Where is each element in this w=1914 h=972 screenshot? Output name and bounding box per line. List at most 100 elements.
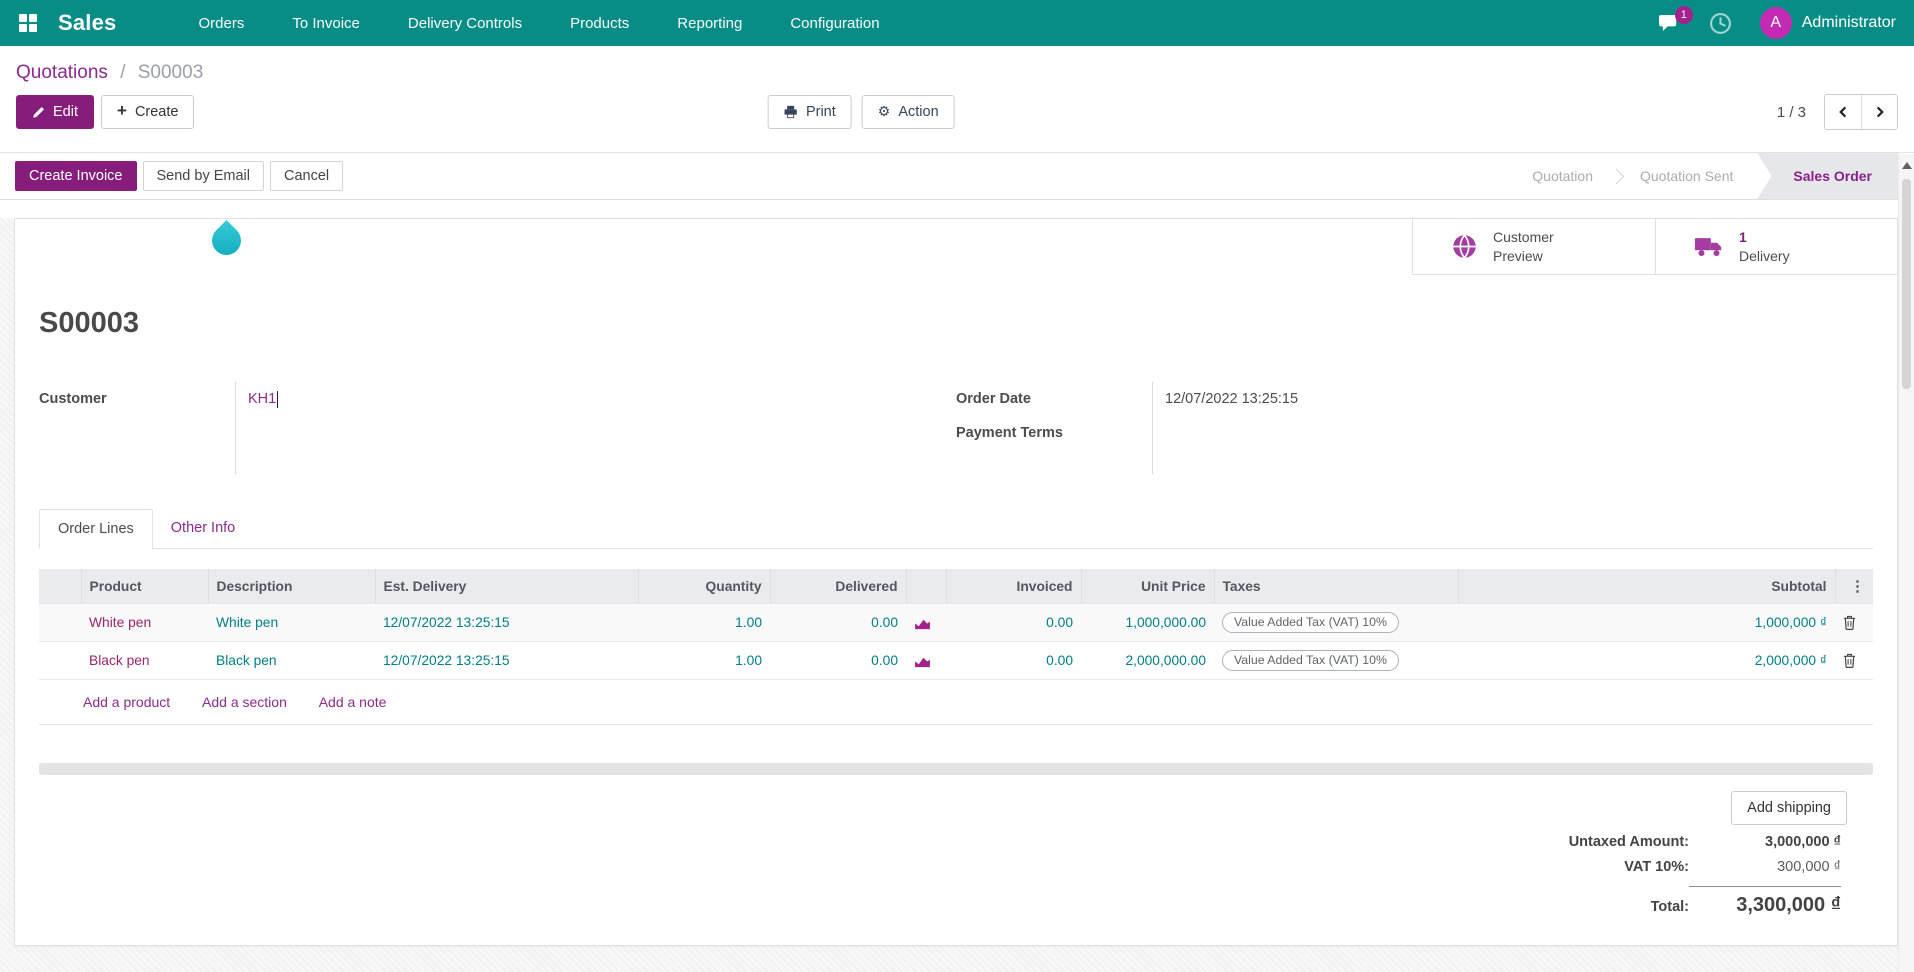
add-product-link[interactable]: Add a product <box>83 694 170 710</box>
app-brand[interactable]: Sales <box>58 10 117 36</box>
vat-value: 300,000 ₫ <box>1777 859 1841 875</box>
forecast-cell <box>906 603 946 642</box>
taxes-tag: Value Added Tax (VAT) 10% <box>1222 650 1399 671</box>
add-note-link[interactable]: Add a note <box>319 694 387 710</box>
unit-price-cell[interactable]: 2,000,000.00 <box>1081 641 1214 680</box>
action-button[interactable]: Action <box>861 95 955 129</box>
user-menu[interactable]: A Administrator <box>1759 7 1896 39</box>
taxes-cell[interactable]: Value Added Tax (VAT) 10% <box>1214 603 1458 642</box>
add-section-link[interactable]: Add a section <box>202 694 287 710</box>
scroll-up-icon[interactable] <box>1901 162 1912 169</box>
tab-order-lines[interactable]: Order Lines <box>39 509 153 549</box>
nav-item-to-invoice[interactable]: To Invoice <box>268 15 384 32</box>
col-product[interactable]: Product <box>80 569 208 604</box>
edit-button[interactable]: Edit <box>16 95 94 129</box>
apps-grid-icon <box>19 14 37 32</box>
nav-item-products[interactable]: Products <box>546 15 653 32</box>
forecast-chart-icon[interactable] <box>914 655 931 668</box>
trash-icon <box>1843 654 1856 669</box>
untaxed-amount-row: Untaxed Amount: 3,000,000 ₫ <box>1569 834 1841 850</box>
apps-menu-button[interactable] <box>18 13 38 33</box>
breadcrumb-parent-link[interactable]: Quotations <box>16 62 108 83</box>
optional-columns-icon[interactable] <box>1850 577 1865 595</box>
col-est-delivery[interactable]: Est. Delivery <box>374 569 638 604</box>
add-shipping-button[interactable]: Add shipping <box>1731 791 1847 825</box>
payment-terms-value[interactable] <box>1165 416 1873 450</box>
subtotal-cell[interactable]: 1,000,000 ₫ <box>1458 603 1835 642</box>
pencil-icon <box>33 106 45 118</box>
est-delivery-cell[interactable]: 12/07/2022 13:25:15 <box>375 603 638 642</box>
status-step-quotation[interactable]: Quotation <box>1508 153 1617 199</box>
description-cell[interactable]: Black pen <box>208 641 375 680</box>
table-row[interactable]: White pen White pen 12/07/2022 13:25:15 … <box>39 603 1873 642</box>
subtotal-cell[interactable]: 2,000,000 ₫ <box>1458 641 1835 680</box>
status-step-quotation-sent[interactable]: Quotation Sent <box>1616 153 1757 199</box>
pager-prev-button[interactable] <box>1825 95 1861 129</box>
trash-icon <box>1843 616 1856 631</box>
col-taxes[interactable]: Taxes <box>1213 569 1458 604</box>
untaxed-amount-label: Untaxed Amount: <box>1568 834 1689 850</box>
invoiced-cell[interactable]: 0.00 <box>946 603 1081 642</box>
delete-cell <box>1835 641 1873 680</box>
add-line-row: Add a product Add a section Add a note <box>39 679 1873 725</box>
send-by-email-button[interactable]: Send by Email <box>142 161 264 191</box>
delete-button[interactable] <box>1843 615 1856 631</box>
quantity-cell[interactable]: 1.00 <box>638 641 770 680</box>
invoiced-cell[interactable]: 0.00 <box>946 641 1081 680</box>
totals-area: Add shipping Untaxed Amount: 3,000,000 ₫… <box>39 791 1873 917</box>
breadcrumb-separator: / <box>120 62 126 83</box>
delivery-smart-button[interactable]: 1 Delivery <box>1655 219 1897 274</box>
plus-icon <box>117 104 127 120</box>
product-cell[interactable]: Black pen <box>81 641 208 680</box>
vat-row: VAT 10%: 300,000 ₫ <box>1624 859 1841 875</box>
activity-clock-button[interactable] <box>1709 12 1732 35</box>
col-description[interactable]: Description <box>207 569 375 604</box>
col-delivered[interactable]: Delivered <box>769 569 906 604</box>
col-unit-price[interactable]: Unit Price <box>1080 569 1214 604</box>
table-row[interactable]: Black pen Black pen 12/07/2022 13:25:15 … <box>39 641 1873 680</box>
nav-item-delivery-controls[interactable]: Delivery Controls <box>384 15 546 32</box>
print-button[interactable]: Print <box>767 95 852 129</box>
scrollbar-thumb[interactable] <box>1902 179 1911 389</box>
tab-other-info[interactable]: Other Info <box>153 509 253 549</box>
status-steps: Quotation Quotation Sent Sales Order <box>1508 153 1898 199</box>
nav-item-orders[interactable]: Orders <box>175 15 269 32</box>
quantity-cell[interactable]: 1.00 <box>638 603 770 642</box>
pager-next-button[interactable] <box>1861 95 1897 129</box>
globe-icon <box>1453 234 1476 259</box>
table-header-row: Product Description Est. Delivery Quanti… <box>39 569 1873 604</box>
delete-button[interactable] <box>1843 653 1856 669</box>
col-invoiced[interactable]: Invoiced <box>945 569 1081 604</box>
product-cell[interactable]: White pen <box>81 603 208 642</box>
delivered-cell[interactable]: 0.00 <box>770 641 906 680</box>
delete-cell <box>1835 603 1873 642</box>
control-panel: Edit Create Print Action 1 / 3 <box>0 86 1914 144</box>
taxes-cell[interactable]: Value Added Tax (VAT) 10% <box>1214 641 1458 680</box>
description-cell[interactable]: White pen <box>208 603 375 642</box>
delivered-cell[interactable]: 0.00 <box>770 603 906 642</box>
forecast-chart-icon[interactable] <box>914 617 931 630</box>
cancel-button[interactable]: Cancel <box>270 161 344 191</box>
unit-price-cell[interactable]: 1,000,000.00 <box>1081 603 1214 642</box>
payment-terms-label: Payment Terms <box>956 425 1063 441</box>
horizontal-scrollbar[interactable] <box>39 763 1873 775</box>
truck-icon <box>1694 238 1722 257</box>
create-invoice-button[interactable]: Create Invoice <box>15 161 137 191</box>
messages-button[interactable]: 1 <box>1658 5 1693 33</box>
customer-value[interactable]: KH1 <box>248 391 276 407</box>
vertical-scrollbar[interactable] <box>1898 154 1914 972</box>
field-group: Customer KH1 Order Date Payment Terms 12… <box>39 382 1873 474</box>
col-quantity[interactable]: Quantity <box>637 569 770 604</box>
main-menu: Orders To Invoice Delivery Controls Prod… <box>175 15 904 32</box>
customer-label: Customer <box>39 391 107 407</box>
nav-item-reporting[interactable]: Reporting <box>653 15 766 32</box>
est-delivery-cell[interactable]: 12/07/2022 13:25:15 <box>375 641 638 680</box>
top-navbar: Sales Orders To Invoice Delivery Control… <box>0 0 1914 46</box>
customer-preview-button[interactable]: Customer Preview <box>1413 219 1655 274</box>
total-label: Total: <box>1650 899 1689 915</box>
create-button[interactable]: Create <box>101 95 195 129</box>
col-subtotal[interactable]: Subtotal <box>1457 569 1835 604</box>
delivery-count: 1 <box>1739 229 1747 246</box>
nav-item-configuration[interactable]: Configuration <box>766 15 903 32</box>
total-row: Total: 3,300,000 ₫ <box>1651 884 1841 917</box>
